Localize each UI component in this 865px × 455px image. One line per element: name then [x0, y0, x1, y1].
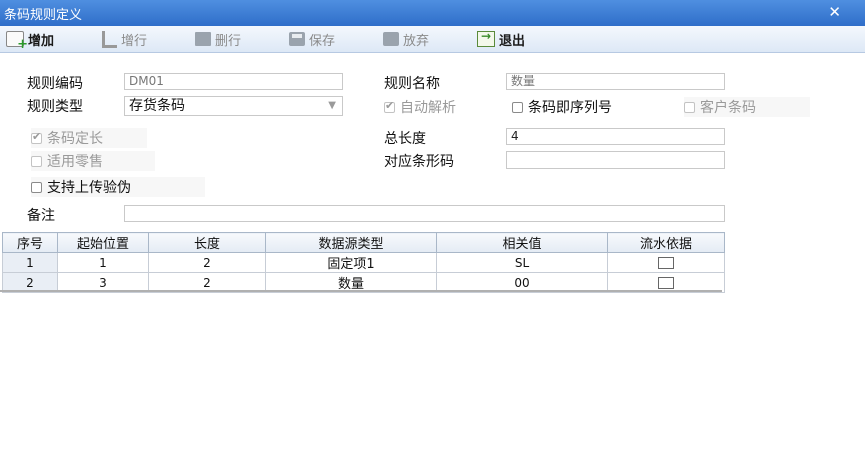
- grid-bottom-border: [0, 290, 722, 292]
- auto-parse-label: 自动解析: [400, 100, 456, 116]
- close-icon[interactable]: ✕: [828, 3, 841, 21]
- auto-parse-checkbox[interactable]: ✔ 自动解析: [384, 97, 456, 117]
- table-header-row: 序号 起始位置 长度 数据源类型 相关值 流水依据: [2, 232, 725, 253]
- table-row[interactable]: 1 1 2 固定项1 SL: [2, 252, 725, 273]
- chevron-down-icon[interactable]: ▼: [328, 97, 336, 115]
- fixed-length-checkbox[interactable]: ✔ 条码定长: [31, 128, 147, 148]
- customer-barcode-label: 客户条码: [700, 100, 756, 116]
- column-header-length[interactable]: 长度: [148, 232, 266, 253]
- cell-serial[interactable]: [607, 252, 725, 273]
- cell-value[interactable]: SL: [436, 252, 608, 273]
- exit-icon: [477, 29, 495, 47]
- discard-button[interactable]: 放弃: [383, 29, 429, 49]
- delete-row-button[interactable]: 删行: [195, 29, 241, 49]
- rule-detail-table: 序号 起始位置 长度 数据源类型 相关值 流水依据 1 1 2 固定项1 SL …: [2, 232, 725, 293]
- column-header-value[interactable]: 相关值: [436, 232, 608, 253]
- anti-fake-checkbox[interactable]: 支持上传验伪: [31, 177, 205, 197]
- anti-fake-box: [31, 181, 42, 193]
- add-button-label: 增加: [28, 33, 55, 49]
- check-icon: ✔: [385, 98, 395, 112]
- add-row-button-label: 增行: [121, 33, 148, 49]
- exit-button[interactable]: 退出: [477, 29, 525, 49]
- discard-icon: [383, 32, 399, 46]
- cell-seq: 1: [2, 252, 58, 273]
- save-icon: [289, 32, 305, 46]
- remark-input[interactable]: [124, 205, 725, 222]
- customer-barcode-box: [684, 101, 695, 113]
- column-header-source-type[interactable]: 数据源类型: [265, 232, 437, 253]
- anti-fake-label: 支持上传验伪: [47, 180, 131, 196]
- add-row-icon: [102, 30, 117, 48]
- window-title: 条码规则定义: [4, 8, 83, 23]
- barcode-serial-box: [512, 101, 523, 113]
- rule-code-label: 规则编码: [27, 76, 83, 92]
- rule-name-label: 规则名称: [384, 76, 440, 92]
- add-row-button[interactable]: 增行: [102, 29, 147, 49]
- barcode-mapping-label: 对应条形码: [384, 154, 454, 170]
- fixed-length-box: ✔: [31, 129, 42, 144]
- toolbar: 增加 增行 删行 保存 放弃 退出: [0, 26, 865, 53]
- cell-length[interactable]: 2: [148, 252, 266, 273]
- cell-start[interactable]: 1: [57, 252, 149, 273]
- save-button[interactable]: 保存: [289, 29, 335, 49]
- add-button[interactable]: 增加: [6, 29, 55, 52]
- title-bar: 条码规则定义 ✕: [0, 0, 865, 26]
- exit-button-label: 退出: [499, 33, 526, 49]
- delete-row-button-label: 删行: [215, 33, 242, 49]
- customer-barcode-checkbox[interactable]: 客户条码: [684, 97, 810, 117]
- fixed-length-label: 条码定长: [47, 131, 103, 147]
- total-length-label: 总长度: [384, 131, 426, 147]
- delete-row-icon: [195, 32, 211, 46]
- auto-parse-box: ✔: [384, 98, 395, 113]
- total-length-input[interactable]: 4: [506, 128, 725, 145]
- barcode-serial-checkbox[interactable]: 条码即序列号: [512, 97, 612, 117]
- rule-type-value: 存货条码: [129, 98, 185, 114]
- rule-type-select[interactable]: 存货条码 ▼: [124, 96, 343, 116]
- rule-name-input[interactable]: 数量: [506, 73, 725, 90]
- check-icon: ✔: [32, 129, 42, 143]
- cell-source-type[interactable]: 固定项1: [265, 252, 437, 273]
- column-header-seq[interactable]: 序号: [2, 232, 58, 253]
- remark-label: 备注: [27, 208, 55, 224]
- save-button-label: 保存: [309, 33, 336, 49]
- column-header-start[interactable]: 起始位置: [57, 232, 149, 253]
- column-header-serial[interactable]: 流水依据: [607, 232, 725, 253]
- discard-button-label: 放弃: [403, 33, 430, 49]
- barcode-mapping-input[interactable]: [506, 151, 725, 169]
- retail-checkbox[interactable]: 适用零售: [31, 151, 155, 171]
- barcode-serial-label: 条码即序列号: [528, 100, 612, 116]
- add-icon: [6, 31, 28, 52]
- rule-code-input[interactable]: DM01: [124, 73, 343, 90]
- serial-checkbox[interactable]: [658, 257, 674, 269]
- retail-label: 适用零售: [47, 154, 103, 170]
- rule-type-label: 规则类型: [27, 99, 83, 115]
- serial-checkbox[interactable]: [658, 277, 674, 289]
- retail-box: [31, 155, 42, 167]
